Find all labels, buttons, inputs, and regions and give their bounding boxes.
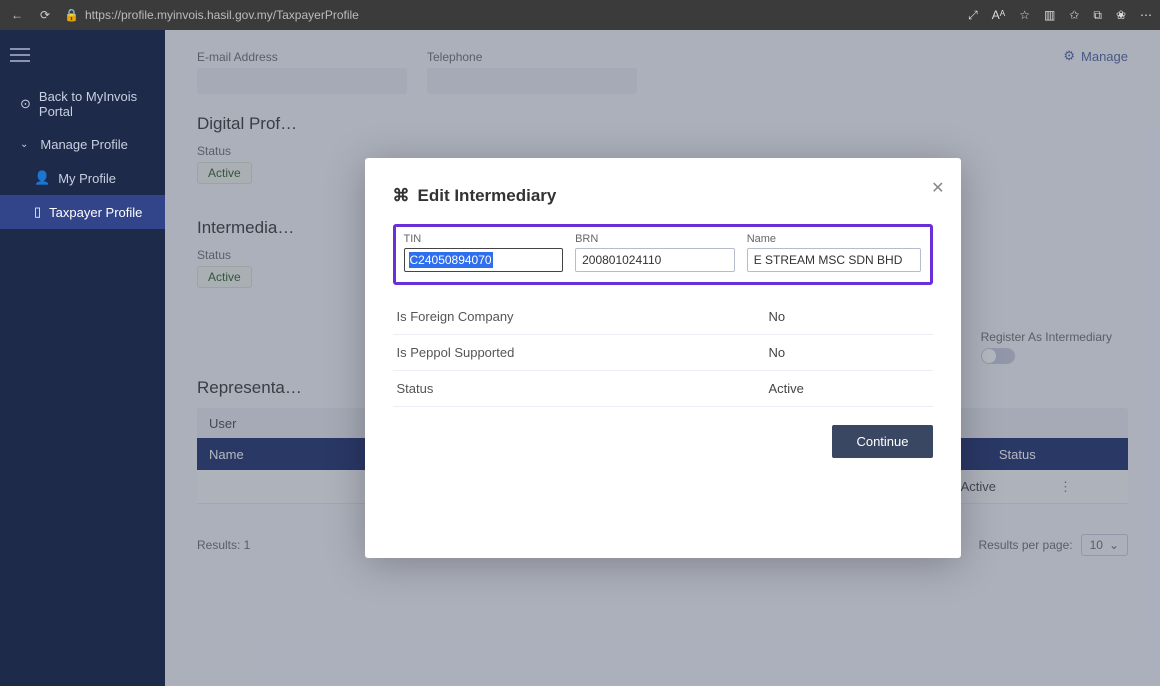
laptop-icon: ⌘ [393, 186, 410, 206]
hamburger-icon[interactable] [10, 48, 30, 62]
lock-icon: 🔒 [64, 8, 79, 22]
ext-icon[interactable]: ❀ [1116, 8, 1126, 23]
brn-label: BRN [575, 233, 735, 245]
user-icon: 👤 [34, 170, 50, 186]
app-root: ⊙ Back to MyInvois Portal ⌄ Manage Profi… [0, 30, 1160, 686]
edit-intermediary-modal: ✕ ⌘ Edit Intermediary TIN C24050894070 [365, 158, 961, 558]
foreign-key: Is Foreign Company [397, 309, 769, 324]
collections-icon[interactable]: ⧉ [1093, 8, 1102, 23]
name-label: Name [747, 233, 922, 245]
back-circle-icon: ⊙ [20, 96, 31, 112]
sidebar-taxpayer-label: Taxpayer Profile [49, 205, 142, 220]
a-icon[interactable]: ⤢ [968, 8, 978, 23]
sidebar-my-profile[interactable]: 👤 My Profile [0, 161, 165, 195]
doc-icon: ▯ [34, 204, 41, 220]
split-icon[interactable]: ▥ [1044, 8, 1055, 23]
star-icon[interactable]: ☆ [1019, 8, 1030, 23]
tin-input[interactable]: C24050894070 [404, 248, 564, 272]
url-text: https://profile.myinvois.hasil.gov.my/Ta… [85, 8, 359, 22]
peppol-key: Is Peppol Supported [397, 345, 769, 360]
close-icon[interactable]: ✕ [931, 178, 944, 198]
continue-button[interactable]: Continue [832, 425, 932, 458]
menu-icon[interactable]: ⋯ [1140, 8, 1152, 23]
browser-chrome: ← ⟳ 🔒 https://profile.myinvois.hasil.gov… [0, 0, 1160, 30]
detail-foreign: Is Foreign Company No [393, 299, 933, 335]
detail-list: Is Foreign Company No Is Peppol Supporte… [393, 299, 933, 407]
fav-icon[interactable]: ✩ [1069, 8, 1079, 23]
sidebar-manage-label: Manage Profile [40, 137, 127, 152]
name-input[interactable] [747, 248, 922, 272]
sidebar-back-link[interactable]: ⊙ Back to MyInvois Portal [0, 80, 165, 128]
peppol-val: No [769, 345, 929, 360]
modal-title-text: Edit Intermediary [418, 186, 557, 206]
highlighted-fields: TIN C24050894070 BRN Name [393, 224, 933, 285]
sidebar-myprofile-label: My Profile [58, 171, 116, 186]
status-val: Active [769, 381, 929, 396]
modal-overlay: ✕ ⌘ Edit Intermediary TIN C24050894070 [165, 30, 1160, 686]
brn-input[interactable] [575, 248, 735, 272]
tin-value: C24050894070 [409, 252, 493, 268]
sidebar-manage-profile[interactable]: ⌄ Manage Profile [0, 128, 165, 161]
detail-peppol: Is Peppol Supported No [393, 335, 933, 371]
a-read-icon[interactable]: Aᴬ [992, 8, 1005, 23]
chevron-down-icon: ⌄ [20, 139, 28, 150]
back-icon[interactable]: ← [8, 6, 26, 24]
tin-label: TIN [404, 233, 564, 245]
sidebar: ⊙ Back to MyInvois Portal ⌄ Manage Profi… [0, 30, 165, 686]
main-content: ⚙ Manage E-mail Address Telephone Digita… [165, 30, 1160, 686]
chrome-right-icons: ⤢ Aᴬ ☆ ▥ ✩ ⧉ ❀ ⋯ [968, 8, 1152, 23]
detail-status: Status Active [393, 371, 933, 407]
sidebar-taxpayer-profile[interactable]: ▯ Taxpayer Profile [0, 195, 165, 229]
status-key: Status [397, 381, 769, 396]
foreign-val: No [769, 309, 929, 324]
url-bar[interactable]: 🔒 https://profile.myinvois.hasil.gov.my/… [64, 8, 958, 22]
refresh-icon[interactable]: ⟳ [36, 6, 54, 24]
sidebar-back-label: Back to MyInvois Portal [39, 89, 153, 119]
modal-title: ⌘ Edit Intermediary [393, 186, 933, 206]
